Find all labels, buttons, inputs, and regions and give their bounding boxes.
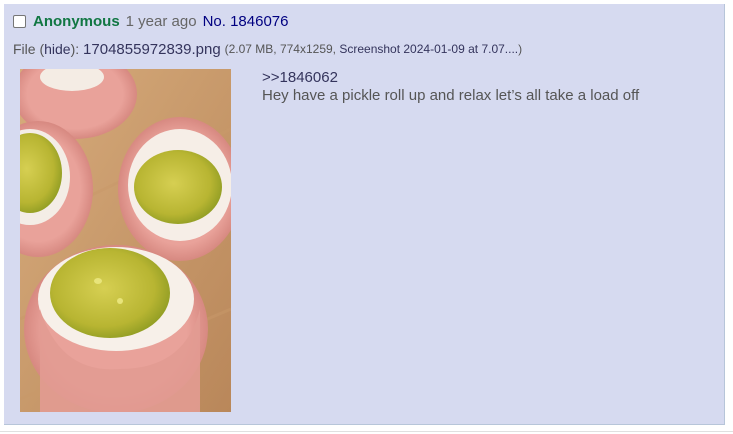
post-message: >>1846062 Hey have a pickle roll up and …	[262, 69, 702, 105]
file-hide-close-paren: ):	[70, 41, 80, 57]
file-name-link[interactable]: 1704855972839.png	[83, 41, 221, 58]
file-info: File (hide): 1704855972839.png (2.07 MB,…	[13, 39, 522, 59]
file-original-name: Screenshot 2024-01-09 at 7.07....	[339, 42, 519, 56]
post-image-thumbnail[interactable]	[20, 69, 231, 412]
file-meta-close: )	[518, 42, 523, 56]
post-select-checkbox[interactable]	[13, 14, 26, 28]
post-number[interactable]: No. 1846076	[203, 13, 289, 30]
file-meta-size-dims: (2.07 MB, 774x1259,	[224, 42, 340, 56]
quote-link[interactable]: >>1846062	[262, 69, 702, 87]
hide-file-link[interactable]: hide	[44, 41, 70, 57]
post-number-value[interactable]: 1846076	[230, 13, 288, 30]
message-text: Hey have a pickle roll up and relax let’…	[262, 87, 640, 104]
poster-name: Anonymous	[33, 12, 120, 30]
post-info: Anonymous 1 year ago No. 1846076	[13, 11, 288, 31]
pickle-roll-photo	[20, 69, 231, 412]
divider	[0, 431, 733, 432]
reply-post: Anonymous 1 year ago No. 1846076 File (h…	[4, 4, 725, 425]
file-label: File	[13, 41, 36, 57]
post-number-prefix[interactable]: No.	[203, 13, 226, 30]
post-date: 1 year ago	[125, 12, 197, 30]
file-meta: (2.07 MB, 774x1259, Screenshot 2024-01-0…	[225, 42, 523, 56]
